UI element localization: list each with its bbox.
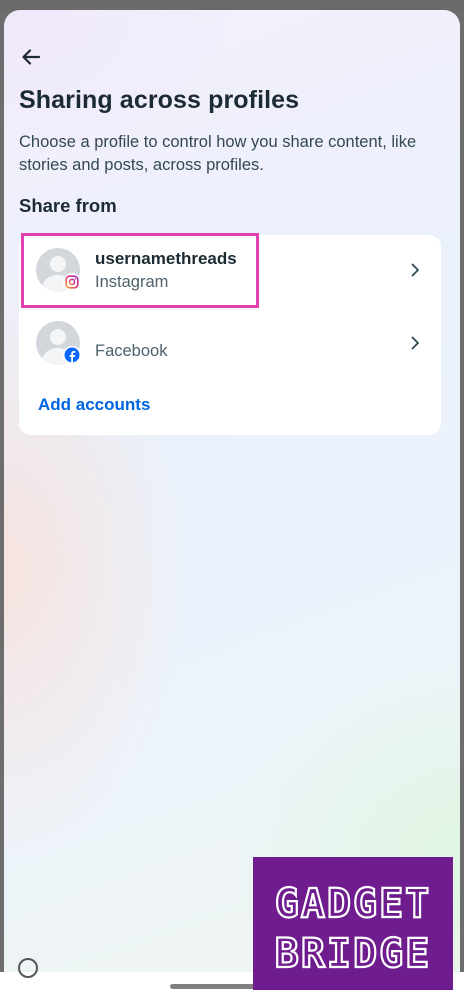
back-button[interactable] [20,46,42,68]
add-accounts-link[interactable]: Add accounts [38,395,150,415]
instagram-icon [63,273,81,291]
sharing-profiles-screen: Sharing across profiles Choose a profile… [4,10,460,972]
chevron-right-icon [411,336,419,350]
page-description: Choose a profile to control how you shar… [19,133,417,174]
account-platform: Instagram [95,273,169,291]
account-platform: Facebook [95,342,168,360]
chevron-right-icon [411,263,419,277]
watermark-line2: BRIDGE [275,931,432,977]
watermark-line1: GADGET [275,881,432,927]
facebook-icon [63,346,81,364]
account-row-instagram[interactable]: usernamethreads Instagram [19,238,441,302]
circle-icon [18,958,38,978]
arrow-left-icon [22,49,41,65]
accounts-card: usernamethreads Instagram Facebook Add a… [19,235,441,435]
account-username: usernamethreads [95,249,237,268]
account-row-facebook[interactable]: Facebook [19,311,441,375]
status-bar-area [0,0,464,10]
share-from-heading: Share from [19,195,117,216]
watermark-logo: GADGET BRIDGE [253,857,453,990]
page-title: Sharing across profiles [19,86,300,114]
